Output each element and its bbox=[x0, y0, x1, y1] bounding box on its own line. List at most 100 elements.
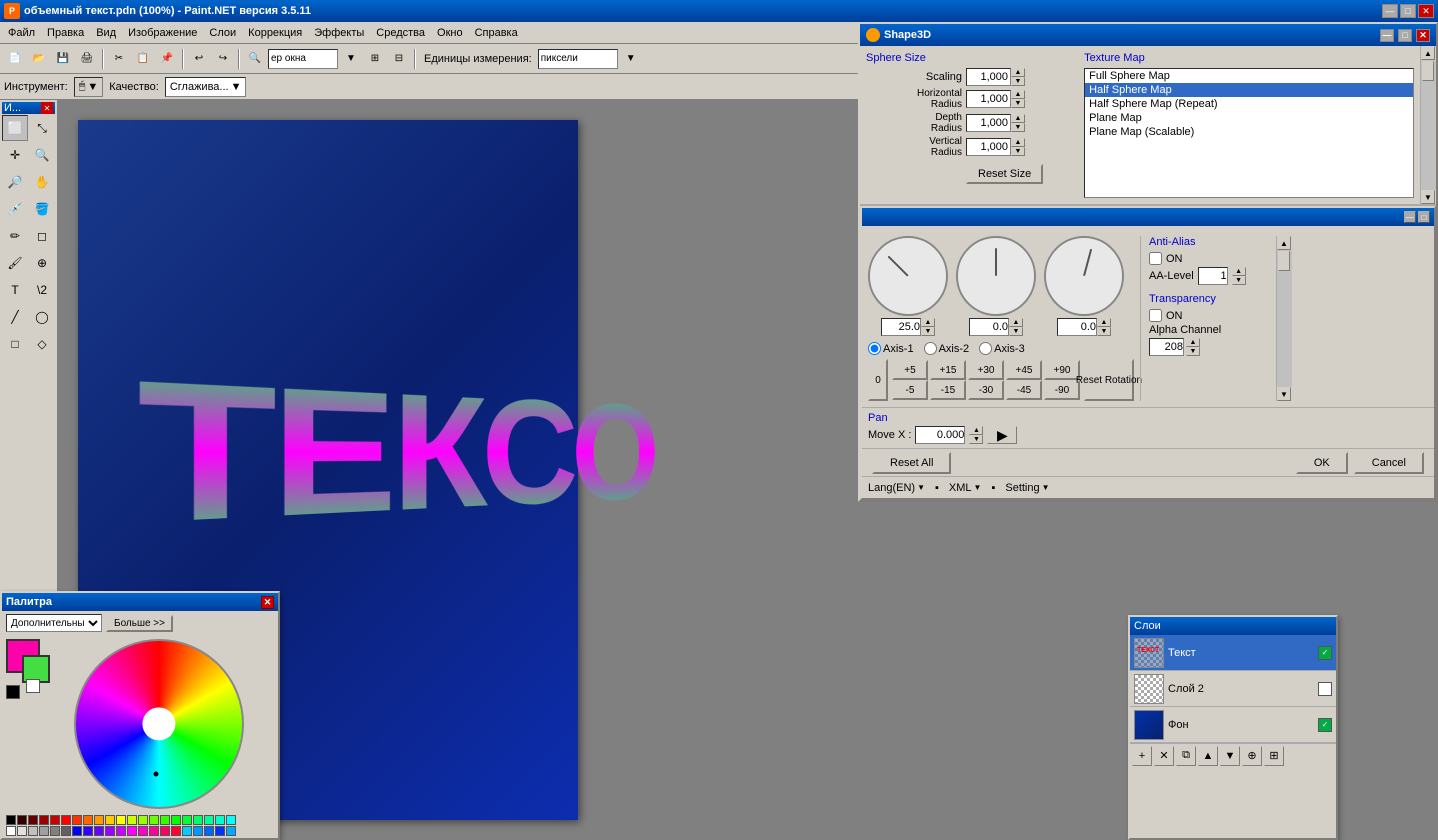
hand-tool[interactable]: ✋ bbox=[29, 169, 55, 195]
h-radius-up[interactable]: ▲ bbox=[1011, 90, 1025, 99]
dial-2-down[interactable]: ▼ bbox=[1009, 327, 1023, 336]
shapes-tool[interactable]: ◯ bbox=[29, 304, 55, 330]
stamp-tool[interactable]: ⊕ bbox=[29, 250, 55, 276]
print-btn[interactable]: 🖨 bbox=[76, 48, 98, 70]
swatch-29[interactable] bbox=[193, 826, 203, 836]
cut-btn[interactable]: ✂ bbox=[108, 48, 130, 70]
dial-2-input[interactable] bbox=[969, 318, 1009, 336]
shape3d-max-btn[interactable]: □ bbox=[1398, 29, 1412, 42]
swatch-4[interactable] bbox=[72, 815, 82, 825]
swatch-27[interactable] bbox=[171, 826, 181, 836]
alpha-input[interactable] bbox=[1149, 338, 1184, 356]
shape3d-close-btn[interactable]: ✕ bbox=[1416, 29, 1430, 42]
minimize-button[interactable]: — bbox=[1382, 4, 1398, 18]
white-swatch[interactable] bbox=[26, 679, 40, 693]
depth-up[interactable]: ▲ bbox=[1011, 114, 1025, 123]
swatch-7[interactable] bbox=[105, 815, 115, 825]
regex-tool[interactable]: \2 bbox=[29, 277, 55, 303]
swatch-yellow[interactable] bbox=[116, 815, 126, 825]
scroll-up-btn[interactable]: ▲ bbox=[1421, 46, 1435, 60]
swatch-32[interactable] bbox=[226, 826, 236, 836]
swatch-3[interactable] bbox=[50, 815, 60, 825]
cancel-btn[interactable]: Cancel bbox=[1354, 452, 1424, 474]
move-x-down[interactable]: ▼ bbox=[969, 435, 983, 444]
h-radius-down[interactable]: ▼ bbox=[1011, 99, 1025, 108]
new-btn[interactable]: 📄 bbox=[4, 48, 26, 70]
zoom-dropdown[interactable]: ▼ bbox=[340, 48, 362, 70]
menu-tools[interactable]: Средства bbox=[370, 25, 431, 41]
scroll-down-btn[interactable]: ▼ bbox=[1421, 190, 1435, 204]
xml-selector[interactable]: XML ▼ bbox=[949, 482, 982, 494]
alpha-up[interactable]: ▲ bbox=[1186, 338, 1200, 347]
poly-shape-tool[interactable]: ◇ bbox=[29, 331, 55, 357]
swatch-gray[interactable] bbox=[50, 826, 60, 836]
swatch-24[interactable] bbox=[138, 826, 148, 836]
layer-down-btn[interactable]: ▼ bbox=[1220, 746, 1240, 766]
texture-half-sphere[interactable]: Half Sphere Map bbox=[1085, 83, 1413, 97]
dial-1-input[interactable] bbox=[881, 318, 921, 336]
axis-1-radio[interactable] bbox=[868, 342, 881, 355]
swatch-19[interactable] bbox=[61, 826, 71, 836]
v-radius-down[interactable]: ▼ bbox=[1011, 147, 1025, 156]
move-tool[interactable]: ✛ bbox=[2, 142, 28, 168]
rot-plus5[interactable]: +5 bbox=[892, 360, 928, 380]
swatch-1[interactable] bbox=[28, 815, 38, 825]
toolbox-close[interactable]: ✕ bbox=[41, 102, 53, 114]
swatch-blue[interactable] bbox=[72, 826, 82, 836]
axis-2-radio[interactable] bbox=[924, 342, 937, 355]
dial-3-up[interactable]: ▲ bbox=[1097, 318, 1111, 327]
dial-1-up[interactable]: ▲ bbox=[921, 318, 935, 327]
texture-map-list[interactable]: Full Sphere Map Half Sphere Map Half Sph… bbox=[1084, 68, 1414, 198]
pan-arrow[interactable]: ▶ bbox=[987, 426, 1017, 444]
menu-window[interactable]: Окно bbox=[431, 25, 469, 41]
swatch-16[interactable] bbox=[17, 826, 27, 836]
swatch-22[interactable] bbox=[105, 826, 115, 836]
menu-layers[interactable]: Слои bbox=[203, 25, 242, 41]
swatch-21[interactable] bbox=[94, 826, 104, 836]
quality-combo[interactable]: Сглажива... ▼ bbox=[165, 77, 247, 97]
texture-plane-scalable[interactable]: Plane Map (Scalable) bbox=[1085, 125, 1413, 139]
tool-selector[interactable]: 🖱 ▼ bbox=[74, 77, 104, 97]
swatch-8[interactable] bbox=[127, 815, 137, 825]
zoom-fit-btn[interactable]: ⊞ bbox=[364, 48, 386, 70]
menu-view[interactable]: Вид bbox=[90, 25, 122, 41]
menu-image[interactable]: Изображение bbox=[122, 25, 203, 41]
anti-alias-checkbox[interactable] bbox=[1149, 252, 1162, 265]
reset-all-btn[interactable]: Reset All bbox=[872, 452, 951, 474]
eyedropper-tool[interactable]: 💉 bbox=[2, 196, 28, 222]
dial-1-down[interactable]: ▼ bbox=[921, 327, 935, 336]
scaling-down[interactable]: ▼ bbox=[1011, 77, 1025, 86]
zero-btn[interactable]: 0 bbox=[868, 359, 888, 401]
rot-panel-max[interactable]: □ bbox=[1418, 211, 1430, 223]
zoom-tool[interactable]: 🔍 bbox=[29, 142, 55, 168]
redo-btn[interactable]: ↪ bbox=[212, 48, 234, 70]
swatch-11[interactable] bbox=[160, 815, 170, 825]
rot-minus5[interactable]: -5 bbox=[892, 380, 928, 400]
palette-more-btn[interactable]: Больше >> bbox=[106, 615, 173, 632]
open-btn[interactable]: 📂 bbox=[28, 48, 50, 70]
menu-file[interactable]: Файл bbox=[2, 25, 41, 41]
swatch-5[interactable] bbox=[83, 815, 93, 825]
layer-item-layer2[interactable]: Слой 2 bbox=[1130, 671, 1336, 707]
rot-plus30[interactable]: +30 bbox=[968, 360, 1004, 380]
ok-btn[interactable]: OK bbox=[1296, 452, 1348, 474]
pencil-tool[interactable]: ✏ bbox=[2, 223, 28, 249]
swatch-30[interactable] bbox=[204, 826, 214, 836]
layer-delete-btn[interactable]: ✕ bbox=[1154, 746, 1174, 766]
scroll-thumb-top[interactable] bbox=[1422, 61, 1434, 81]
swatch-26[interactable] bbox=[160, 826, 170, 836]
magnify-tool[interactable]: 🔎 bbox=[2, 169, 28, 195]
palette-type-combo[interactable]: Дополнительны bbox=[6, 614, 102, 632]
grid-btn[interactable]: ⊟ bbox=[388, 48, 410, 70]
dial-2[interactable] bbox=[956, 236, 1036, 316]
dial-2-up[interactable]: ▲ bbox=[1009, 318, 1023, 327]
layer-merge-btn[interactable]: ⊕ bbox=[1242, 746, 1262, 766]
dial-3-input[interactable] bbox=[1057, 318, 1097, 336]
eraser-tool[interactable]: ◻ bbox=[29, 223, 55, 249]
swatch-dark-red[interactable] bbox=[17, 815, 27, 825]
swatch-23[interactable] bbox=[116, 826, 126, 836]
layer-check-text[interactable]: ✓ bbox=[1318, 646, 1332, 660]
dial-3-down[interactable]: ▼ bbox=[1097, 327, 1111, 336]
rot-minus15[interactable]: -15 bbox=[930, 380, 966, 400]
axis-3-radio[interactable] bbox=[979, 342, 992, 355]
